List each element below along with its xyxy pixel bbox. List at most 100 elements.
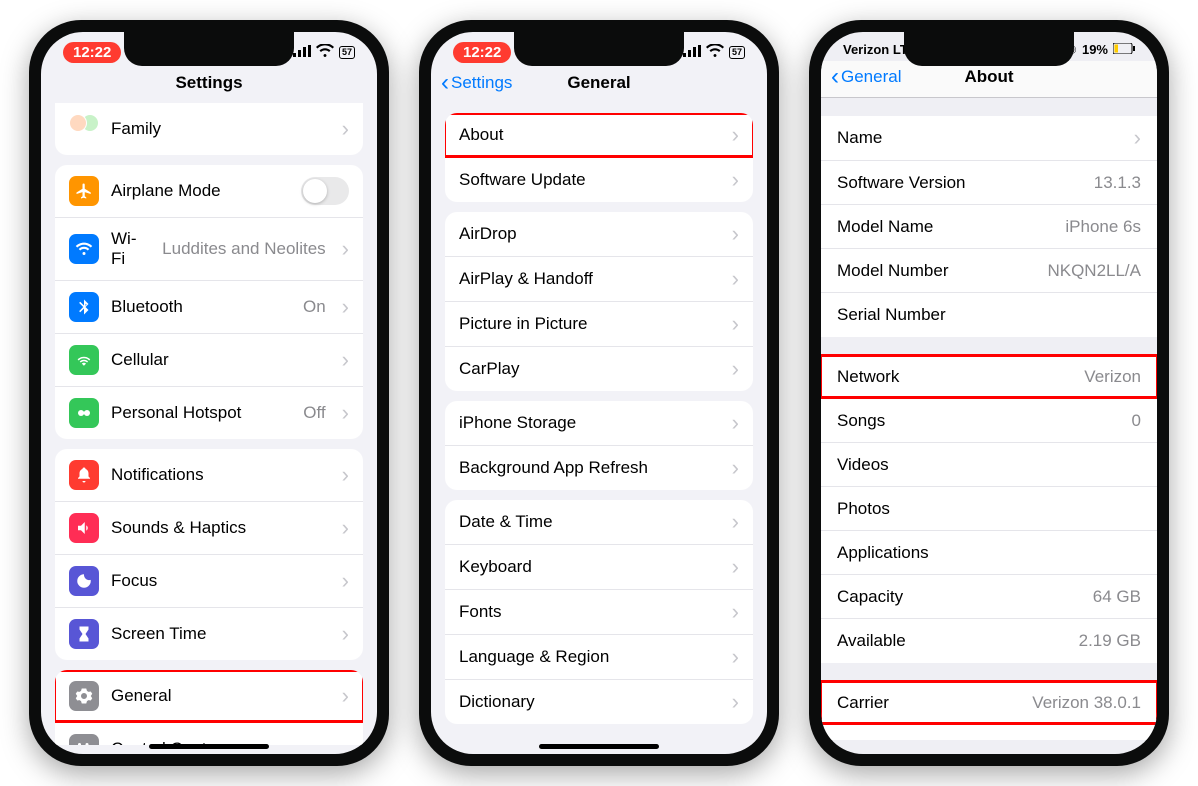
wifi-icon <box>706 44 724 62</box>
row-label: Model Number <box>837 261 1035 281</box>
family-avatars-icon <box>69 114 99 144</box>
row-model-number[interactable]: Model Number NKQN2LL/A <box>821 249 1157 293</box>
chevron-right-icon: › <box>732 169 739 191</box>
row-carrier: Carrier Verizon 38.0.1 <box>821 681 1157 725</box>
row-label: Model Name <box>837 217 1053 237</box>
row-airplane[interactable]: Airplane Mode <box>55 165 363 218</box>
chevron-right-icon: › <box>342 685 349 707</box>
row-label: Cellular <box>111 350 326 370</box>
row-value: Luddites and Neolites <box>162 239 326 259</box>
about-list[interactable]: Name › Software Version 13.1.3 Model Nam… <box>821 98 1157 740</box>
page-title: Settings <box>175 73 242 93</box>
moon-icon <box>69 566 99 596</box>
row-wifi[interactable]: Wi-Fi Luddites and Neolites › <box>55 218 363 281</box>
row-photos: Photos <box>821 487 1157 531</box>
row-label: General <box>111 686 326 706</box>
chevron-right-icon: › <box>342 517 349 539</box>
row-capacity: Capacity 64 GB <box>821 575 1157 619</box>
row-name[interactable]: Name › <box>821 116 1157 161</box>
chevron-right-icon: › <box>732 511 739 533</box>
row-sounds[interactable]: Sounds & Haptics › <box>55 502 363 555</box>
phone-about: Verizon LTE ☽ 19% ‹ General About Name <box>809 20 1169 766</box>
row-screentime[interactable]: Screen Time › <box>55 608 363 660</box>
chevron-left-icon: ‹ <box>441 69 449 97</box>
row-label: Personal Hotspot <box>111 403 291 423</box>
screen: 12:22 57 Settings Family › <box>41 32 377 754</box>
sliders-icon <box>69 734 99 745</box>
settings-list[interactable]: Family › Airplane Mode Wi-Fi <box>41 103 377 745</box>
home-indicator[interactable] <box>539 744 659 749</box>
row-applications: Applications <box>821 531 1157 575</box>
row-fonts[interactable]: Fonts › <box>445 590 753 635</box>
phone-settings: 12:22 57 Settings Family › <box>29 20 389 766</box>
chevron-right-icon: › <box>732 124 739 146</box>
chevron-right-icon: › <box>732 457 739 479</box>
signal-icon <box>683 44 701 61</box>
row-available: Available 2.19 GB <box>821 619 1157 663</box>
row-label: Software Version <box>837 173 1082 193</box>
row-date-time[interactable]: Date & Time › <box>445 500 753 545</box>
chevron-right-icon: › <box>732 358 739 380</box>
row-label: Screen Time <box>111 624 326 644</box>
row-label: Notifications <box>111 465 326 485</box>
back-label: General <box>841 67 901 87</box>
row-airplay[interactable]: AirPlay & Handoff › <box>445 257 753 302</box>
row-bg-refresh[interactable]: Background App Refresh › <box>445 446 753 490</box>
notch <box>124 32 294 66</box>
row-airdrop[interactable]: AirDrop › <box>445 212 753 257</box>
row-label: Wi-Fi <box>111 229 150 269</box>
row-label: Airplane Mode <box>111 181 289 201</box>
row-label: Keyboard <box>459 557 716 577</box>
row-family[interactable]: Family › <box>55 103 363 155</box>
row-value: 64 GB <box>1093 587 1141 607</box>
chevron-right-icon: › <box>732 313 739 335</box>
chevron-right-icon: › <box>732 556 739 578</box>
chevron-right-icon: › <box>732 601 739 623</box>
row-label: iPhone Storage <box>459 413 716 433</box>
chevron-right-icon: › <box>732 223 739 245</box>
row-label: Wi-Fi Address <box>837 737 1129 740</box>
row-label: Network <box>837 367 1072 387</box>
back-label: Settings <box>451 73 512 93</box>
row-keyboard[interactable]: Keyboard › <box>445 545 753 590</box>
row-pip[interactable]: Picture in Picture › <box>445 302 753 347</box>
row-cellular[interactable]: Cellular › <box>55 334 363 387</box>
general-list[interactable]: About › Software Update › AirDrop › AirP… <box>431 103 767 745</box>
row-bluetooth[interactable]: Bluetooth On › <box>55 281 363 334</box>
back-button[interactable]: ‹ Settings <box>441 69 512 97</box>
nav-header: ‹ Settings General <box>431 67 767 103</box>
row-label: Picture in Picture <box>459 314 716 334</box>
row-label: Applications <box>837 543 1129 563</box>
row-iphone-storage[interactable]: iPhone Storage › <box>445 401 753 446</box>
nav-header: Settings <box>41 67 377 103</box>
row-focus[interactable]: Focus › <box>55 555 363 608</box>
row-label: Dictionary <box>459 692 716 712</box>
airplane-toggle[interactable] <box>301 177 349 205</box>
row-general[interactable]: General › <box>55 670 363 723</box>
wifi-icon <box>316 44 334 62</box>
row-software-update[interactable]: Software Update › <box>445 158 753 202</box>
back-button[interactable]: ‹ General <box>831 63 901 91</box>
bell-icon <box>69 460 99 490</box>
row-label: Date & Time <box>459 512 716 532</box>
row-carplay[interactable]: CarPlay › <box>445 347 753 391</box>
row-label: CarPlay <box>459 359 716 379</box>
screen: 12:22 57 ‹ Settings General <box>431 32 767 754</box>
speaker-icon <box>69 513 99 543</box>
row-dictionary[interactable]: Dictionary › <box>445 680 753 724</box>
hotspot-icon <box>69 398 99 428</box>
row-controlcenter[interactable]: Control Center › <box>55 723 363 745</box>
row-hotspot[interactable]: Personal Hotspot Off › <box>55 387 363 439</box>
row-label: Capacity <box>837 587 1081 607</box>
row-notifications[interactable]: Notifications › <box>55 449 363 502</box>
row-videos: Videos <box>821 443 1157 487</box>
chevron-right-icon: › <box>342 349 349 371</box>
row-label: Songs <box>837 411 1120 431</box>
row-label: About <box>459 125 716 145</box>
hourglass-icon <box>69 619 99 649</box>
row-about[interactable]: About › <box>445 113 753 158</box>
home-indicator[interactable] <box>149 744 269 749</box>
row-language[interactable]: Language & Region › <box>445 635 753 680</box>
row-label: Language & Region <box>459 647 716 667</box>
cellular-icon <box>69 345 99 375</box>
